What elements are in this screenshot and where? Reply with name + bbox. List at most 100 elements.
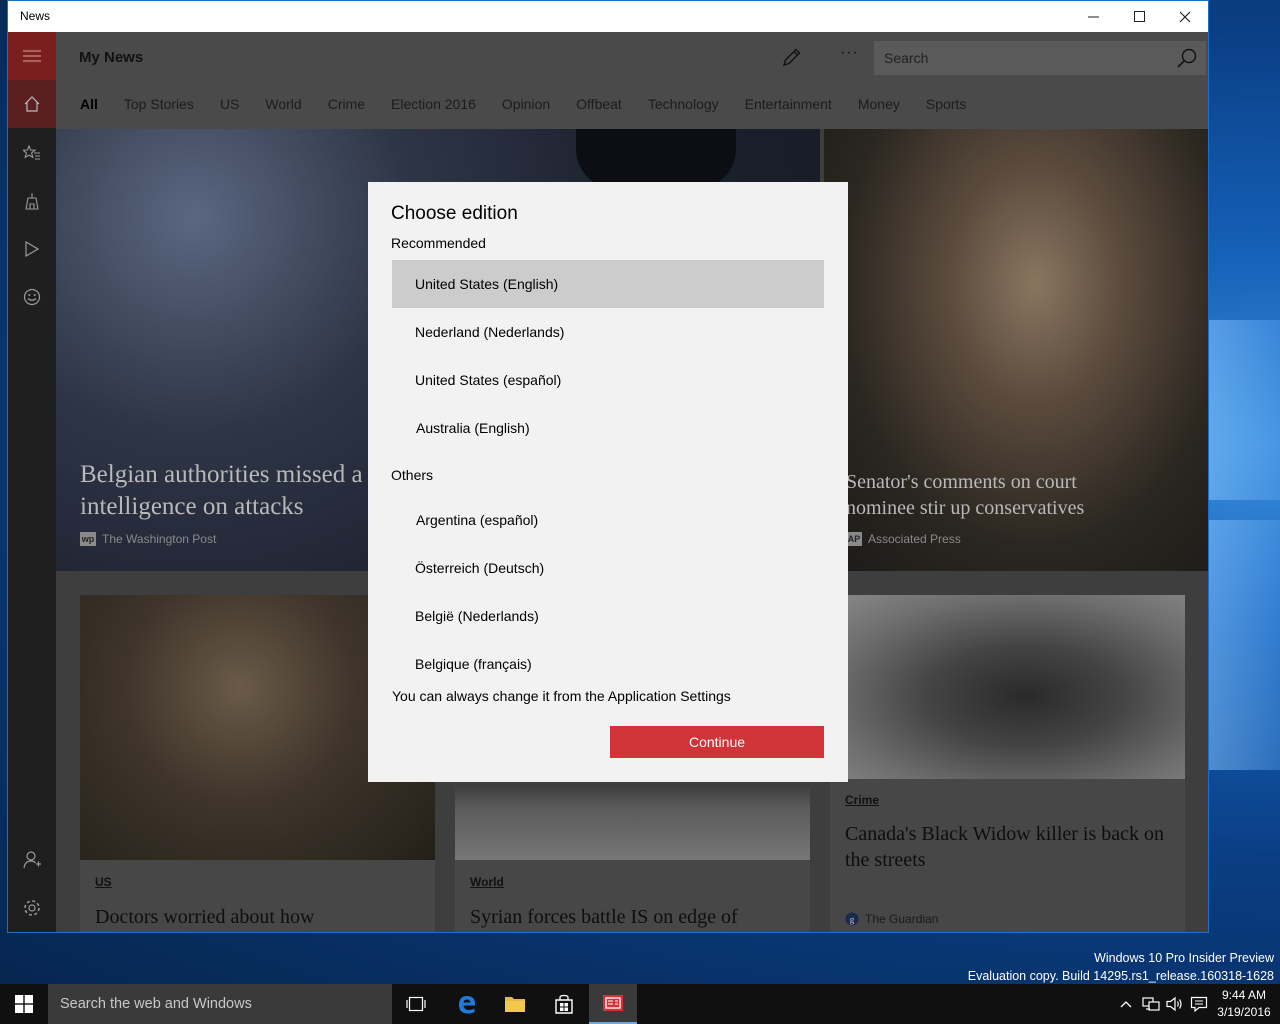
edition-option[interactable]: Belgique (français) <box>392 640 824 688</box>
folder-icon <box>505 997 525 1012</box>
system-clock[interactable]: 9:44 AM 3/19/2016 <box>1214 987 1274 1021</box>
story-card[interactable]: Crime Canada's Black Widow killer is bac… <box>830 595 1185 932</box>
volume-icon <box>1166 996 1182 1012</box>
story-headline: Canada's Black Widow killer is back on t… <box>845 823 1165 871</box>
edit-button[interactable] <box>781 46 803 68</box>
story-headline: Syrian forces battle IS on edge of <box>470 906 738 928</box>
watermark-line: Evaluation copy. Build 14295.rs1_release… <box>967 969 1274 983</box>
search-input[interactable] <box>874 41 1164 75</box>
edge-taskbar-button[interactable] <box>443 984 491 1024</box>
action-center-button[interactable] <box>1188 984 1210 1024</box>
maximize-button[interactable] <box>1116 1 1162 32</box>
hamburger-menu-button[interactable] <box>8 32 56 80</box>
app-header: My News ··· All Top Stories US World Cri… <box>56 32 1208 129</box>
windows-logo-pane <box>1200 520 1280 770</box>
edition-option[interactable]: Österreich (Deutsch) <box>392 544 824 592</box>
tab-offbeat[interactable]: Offbeat <box>576 96 622 112</box>
nav-interests[interactable] <box>8 129 56 177</box>
news-taskbar-button[interactable] <box>589 984 637 1024</box>
hero-photo-figure <box>576 129 736 189</box>
edition-option[interactable]: België (Nederlands) <box>392 592 824 640</box>
title-bar: News <box>8 1 1208 32</box>
edition-option[interactable]: Argentina (español) <box>392 496 824 544</box>
story-category[interactable]: Crime <box>845 793 879 807</box>
source-name: Associated Press <box>868 532 961 546</box>
settings-note: You can always change it from the Applic… <box>392 688 731 704</box>
search-button[interactable] <box>1176 47 1198 69</box>
page-title: My News <box>79 49 144 66</box>
minimize-icon <box>1087 16 1099 18</box>
dialog-title: Choose edition <box>391 203 518 224</box>
edition-option[interactable]: United States (español) <box>392 356 824 404</box>
windows-logo-pane <box>1200 320 1280 500</box>
maximize-icon <box>1133 11 1145 22</box>
search-icon <box>1177 48 1197 68</box>
network-button[interactable] <box>1140 984 1162 1024</box>
clock-time: 9:44 AM <box>1221 988 1267 1002</box>
tab-us[interactable]: US <box>220 96 239 112</box>
os-watermark: Windows 10 Pro Insider Preview Evaluatio… <box>968 949 1274 984</box>
continue-button[interactable]: Continue <box>610 726 824 758</box>
edge-icon <box>459 996 475 1014</box>
more-options-button[interactable]: ··· <box>840 44 859 62</box>
taskbar-search-box[interactable]: Search the web and Windows <box>48 984 392 1024</box>
pencil-icon <box>782 48 801 67</box>
store-bag-icon <box>555 994 573 1014</box>
nav-home[interactable] <box>8 80 56 128</box>
hero-headline: Belgian authorities missed a intelligenc… <box>80 461 363 520</box>
tab-opinion[interactable]: Opinion <box>502 96 550 112</box>
hero-source: AP Associated Press <box>846 532 961 546</box>
story-image <box>830 595 1185 779</box>
local-icon <box>25 193 39 210</box>
volume-button[interactable] <box>1164 984 1186 1024</box>
tab-crime[interactable]: Crime <box>328 96 365 112</box>
choose-edition-dialog: Choose edition Recommended United States… <box>368 182 848 782</box>
network-icon <box>1142 997 1160 1011</box>
tab-technology[interactable]: Technology <box>648 96 719 112</box>
category-tabs: All Top Stories US World Crime Election … <box>80 96 992 112</box>
tab-money[interactable]: Money <box>858 96 900 112</box>
minimize-button[interactable] <box>1070 1 1116 32</box>
hamburger-icon <box>23 50 41 62</box>
story-category[interactable]: World <box>470 875 504 889</box>
store-taskbar-button[interactable] <box>540 984 588 1024</box>
story-category[interactable]: US <box>95 875 112 889</box>
nav-offbeat[interactable] <box>8 273 56 321</box>
chevron-up-icon <box>1120 1001 1132 1008</box>
others-label: Others <box>391 467 434 483</box>
file-explorer-taskbar-button[interactable] <box>491 984 539 1024</box>
video-icon <box>25 241 39 257</box>
nav-account[interactable] <box>8 836 56 884</box>
tab-all[interactable]: All <box>80 96 98 112</box>
settings-icon <box>24 900 40 916</box>
recommended-label: Recommended <box>391 235 486 251</box>
nav-local[interactable] <box>8 177 56 225</box>
source-logo: wp <box>80 532 96 546</box>
edition-option[interactable]: United States (English) <box>392 260 824 308</box>
source-name: The Guardian <box>865 912 939 926</box>
tab-election-2016[interactable]: Election 2016 <box>391 96 476 112</box>
account-icon <box>23 851 41 869</box>
tab-sports[interactable]: Sports <box>926 96 966 112</box>
tab-world[interactable]: World <box>265 96 301 112</box>
nav-video[interactable] <box>8 225 56 273</box>
hero-story[interactable]: Senator's comments on court nominee stir… <box>824 129 1208 571</box>
edition-option[interactable]: Australia (English) <box>392 404 824 452</box>
show-hidden-icons-button[interactable] <box>1117 984 1135 1024</box>
task-view-button[interactable] <box>392 984 440 1024</box>
start-button[interactable] <box>0 984 48 1024</box>
edition-option[interactable]: Nederland (Nederlands) <box>392 308 824 356</box>
nav-settings[interactable] <box>8 884 56 932</box>
story-source: g The Guardian <box>845 912 938 926</box>
tab-top-stories[interactable]: Top Stories <box>124 96 194 112</box>
story-headline: Doctors worried about how <box>95 906 315 928</box>
favorites-icon <box>23 145 40 160</box>
search-box <box>874 41 1206 75</box>
close-button[interactable] <box>1162 1 1208 32</box>
home-icon <box>24 96 40 112</box>
tab-entertainment[interactable]: Entertainment <box>745 96 832 112</box>
svg-text:g: g <box>850 915 855 925</box>
news-icon <box>603 995 623 1011</box>
task-view-icon <box>406 996 426 1012</box>
hero-headline: Senator's comments on court nominee stir… <box>846 471 1085 519</box>
